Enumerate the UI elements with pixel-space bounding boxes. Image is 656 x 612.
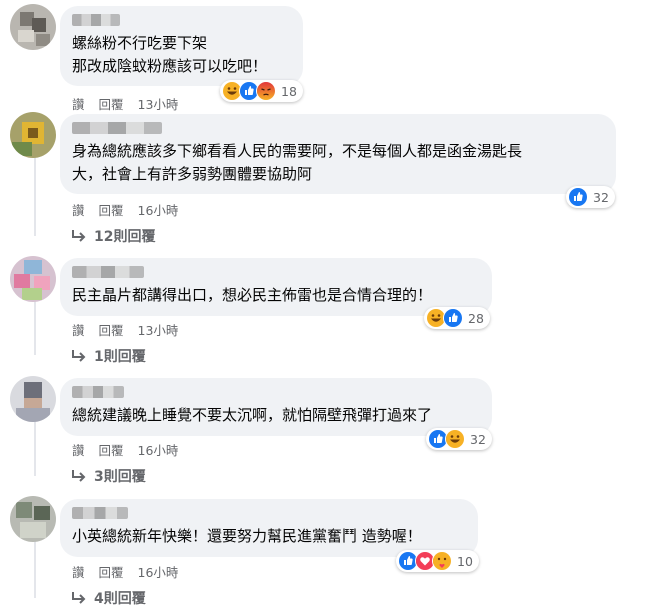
avatar[interactable] [10, 256, 56, 302]
thread-line [34, 148, 36, 236]
comment-actions: 讚 回覆 16小時 [72, 440, 178, 459]
avatar[interactable] [10, 496, 56, 542]
reply-arrow-icon [70, 349, 88, 363]
comment-bubble: 身為總統應該多下鄉看看人民的需要阿，不是每個人都是函金湯匙長 大，社會上有許多弱… [60, 114, 616, 194]
care-icon [432, 551, 452, 571]
reaction-summary[interactable]: 32 [566, 186, 615, 208]
reaction-count: 32 [470, 431, 486, 447]
haha-icon [445, 429, 465, 449]
replies-count: 12則回覆 [94, 229, 156, 245]
avatar[interactable] [10, 112, 56, 158]
reaction-summary[interactable]: 10 [396, 550, 479, 572]
reaction-summary[interactable]: 18 [220, 80, 303, 102]
thread-line [34, 297, 36, 355]
thread-line [34, 540, 36, 598]
reaction-count: 18 [281, 83, 297, 99]
comment-actions: 讚 回覆 16小時 [72, 562, 178, 581]
replies-count: 4則回覆 [94, 591, 146, 607]
reply-button[interactable]: 回覆 [99, 320, 124, 339]
comment-actions: 讚 回覆 16小時 [72, 200, 178, 219]
reaction-summary[interactable]: 32 [426, 428, 492, 450]
timestamp[interactable]: 16小時 [138, 562, 179, 581]
author-name[interactable] [72, 266, 144, 278]
like-button[interactable]: 讚 [72, 562, 85, 581]
reply-arrow-icon [70, 591, 88, 605]
angry-icon [256, 81, 276, 101]
comment-text: 小英總統新年快樂！還要努力幫民進黨奮鬥 造勢喔！ [72, 527, 422, 545]
comment-bubble: 螺絲粉不行吃要下架 那改成陰蚊粉應該可以吃吧！ [60, 6, 303, 86]
reaction-count: 10 [457, 553, 473, 569]
like-button[interactable]: 讚 [72, 440, 85, 459]
comment-bubble: 總統建議晚上睡覺不要太沉啊，就怕隔壁飛彈打過來了 [60, 378, 492, 436]
avatar[interactable] [10, 4, 56, 50]
avatar[interactable] [10, 376, 56, 422]
comment-actions: 讚 回覆 13小時 [72, 94, 178, 113]
reaction-summary[interactable]: 28 [424, 307, 490, 329]
comment-text: 螺絲粉不行吃要下架 那改成陰蚊粉應該可以吃吧！ [72, 34, 268, 75]
view-replies-link[interactable]: 3則回覆 [70, 466, 146, 486]
comment-bubble: 民主晶片都講得出口，想必民主佈雷也是合情合理的！ [60, 258, 492, 316]
replies-count: 1則回覆 [94, 349, 146, 365]
reply-arrow-icon [70, 229, 88, 243]
reply-button[interactable]: 回覆 [99, 440, 124, 459]
reaction-count: 28 [468, 310, 484, 326]
like-button[interactable]: 讚 [72, 320, 85, 339]
view-replies-link[interactable]: 1則回覆 [70, 346, 146, 366]
reaction-count: 32 [593, 189, 609, 205]
comment-actions: 讚 回覆 13小時 [72, 320, 178, 339]
timestamp[interactable]: 16小時 [138, 440, 179, 459]
reply-button[interactable]: 回覆 [99, 200, 124, 219]
timestamp[interactable]: 13小時 [138, 94, 179, 113]
comment-bubble: 小英總統新年快樂！還要努力幫民進黨奮鬥 造勢喔！ [60, 499, 478, 557]
like-button[interactable]: 讚 [72, 200, 85, 219]
like-icon [568, 187, 588, 207]
view-replies-link[interactable]: 12則回覆 [70, 226, 155, 246]
timestamp[interactable]: 16小時 [138, 200, 179, 219]
thread-line [34, 418, 36, 476]
reply-button[interactable]: 回覆 [99, 94, 124, 113]
author-name[interactable] [72, 122, 162, 134]
like-icon [443, 308, 463, 328]
timestamp[interactable]: 13小時 [138, 320, 179, 339]
comment-text: 總統建議晚上睡覺不要太沉啊，就怕隔壁飛彈打過來了 [72, 406, 433, 424]
reply-arrow-icon [70, 469, 88, 483]
reply-button[interactable]: 回覆 [99, 562, 124, 581]
author-name[interactable] [72, 386, 124, 398]
like-button[interactable]: 讚 [72, 94, 85, 113]
comment-text: 身為總統應該多下鄉看看人民的需要阿，不是每個人都是函金湯匙長 大，社會上有許多弱… [72, 142, 523, 183]
author-name[interactable] [72, 507, 128, 519]
comment-text: 民主晶片都講得出口，想必民主佈雷也是合情合理的！ [72, 286, 433, 304]
view-replies-link[interactable]: 4則回覆 [70, 588, 146, 608]
author-name[interactable] [72, 14, 120, 26]
replies-count: 3則回覆 [94, 469, 146, 485]
